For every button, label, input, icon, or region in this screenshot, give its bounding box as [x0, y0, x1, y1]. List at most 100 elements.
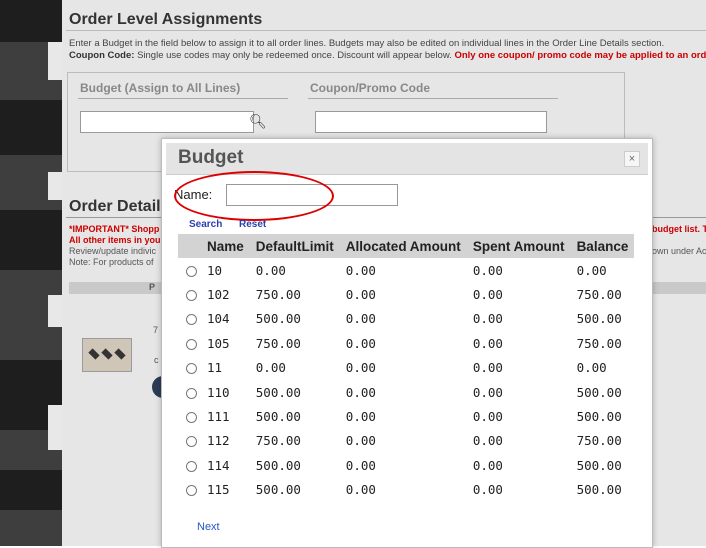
table-cell: 500.00 — [576, 384, 622, 400]
modal-title: Budget — [178, 147, 244, 168]
coupon-header: Coupon/Promo Code — [310, 81, 430, 95]
product-number: 7 — [153, 325, 159, 335]
table-cell: 114 — [207, 457, 230, 473]
table-cell: 750.00 — [255, 287, 301, 303]
product-thumbnail[interactable] — [82, 338, 132, 372]
radio-button[interactable] — [186, 338, 197, 350]
table-cell: 0.00 — [472, 335, 503, 351]
coupon-code-input[interactable] — [315, 111, 547, 133]
table-cell: 0.00 — [472, 457, 503, 473]
table-cell: 500.00 — [255, 311, 301, 327]
row-select-radio[interactable] — [178, 282, 201, 306]
order-level-description: Enter a Budget in the field below to ass… — [69, 38, 706, 62]
table-cell: 750.00 — [255, 335, 301, 351]
table-cell: 0.00 — [345, 360, 376, 376]
close-icon[interactable]: × — [624, 151, 640, 167]
radio-button[interactable] — [186, 290, 197, 302]
column-header-spent-amount: Spent Amount — [466, 234, 571, 258]
table-cell: 500.00 — [255, 384, 301, 400]
budget-modal: Budget × Name: Search Reset Name Default… — [161, 138, 653, 548]
table-cell: 0.00 — [472, 384, 503, 400]
budget-list-note: budget list. T — [652, 224, 706, 234]
table-cell: 0.00 — [345, 409, 376, 425]
table-row[interactable]: 112 750.00 0.00 0.00 750.00 — [178, 429, 634, 453]
table-row[interactable]: 105 750.00 0.00 0.00 750.00 — [178, 331, 634, 355]
table-cell: 0.00 — [472, 287, 503, 303]
table-cell: 0.00 — [345, 335, 376, 351]
left-decorative-strip — [0, 0, 62, 546]
table-cell: 104 — [207, 311, 230, 327]
budget-table: Name DefaultLimit Allocated Amount Spent… — [178, 234, 635, 502]
radio-button[interactable] — [186, 436, 197, 448]
table-cell: 102 — [207, 287, 230, 303]
budget-table-body: 10 0.00 0.00 0.00 0.00 102 750.00 0.00 0.00 750.0… — [178, 258, 634, 502]
table-cell: 0.00 — [255, 360, 286, 376]
table-cell: 750.00 — [576, 287, 622, 303]
table-row[interactable]: 102 750.00 0.00 0.00 750.00 — [178, 282, 634, 306]
table-cell: 11 — [207, 360, 223, 376]
next-page-link[interactable]: Next — [197, 521, 220, 533]
order-level-title: Order Level Assignments — [69, 11, 263, 28]
table-row[interactable]: 110 500.00 0.00 0.00 500.00 — [178, 380, 634, 404]
table-cell: 500.00 — [255, 457, 301, 473]
coupon-code-label: Coupon Code: — [69, 50, 135, 61]
radio-button[interactable] — [186, 485, 197, 497]
table-cell: 500.00 — [576, 457, 622, 473]
table-row[interactable]: 10 0.00 0.00 0.00 0.00 — [178, 258, 634, 282]
row-select-radio[interactable] — [178, 380, 201, 404]
reset-link[interactable]: Reset — [239, 219, 266, 230]
table-row[interactable]: 11 0.00 0.00 0.00 0.00 — [178, 356, 634, 380]
table-cell: 0.00 — [576, 262, 607, 278]
table-cell: 0.00 — [345, 433, 376, 449]
search-icon[interactable]: 🔍︎ — [249, 113, 267, 130]
row-select-radio[interactable] — [178, 258, 201, 282]
review-note: Review/update indivic — [69, 246, 157, 256]
row-select-radio[interactable] — [178, 453, 201, 477]
table-cell: 500.00 — [576, 311, 622, 327]
name-label: Name: — [174, 187, 213, 202]
table-cell: 0.00 — [345, 262, 376, 278]
select-column-header — [178, 234, 201, 258]
table-cell: 500.00 — [576, 409, 622, 425]
radio-button[interactable] — [186, 460, 197, 472]
radio-button[interactable] — [186, 314, 197, 326]
table-cell: 105 — [207, 335, 230, 351]
row-select-radio[interactable] — [178, 356, 201, 380]
budget-assign-input[interactable] — [80, 111, 254, 133]
table-row[interactable]: 104 500.00 0.00 0.00 500.00 — [178, 307, 634, 331]
table-cell: 111 — [207, 409, 230, 425]
table-cell: 0.00 — [472, 482, 503, 498]
name-search-input[interactable] — [226, 184, 398, 206]
column-header-balance: Balance — [570, 234, 635, 258]
table-cell: 500.00 — [576, 482, 622, 498]
table-cell: 0.00 — [345, 287, 376, 303]
table-cell: 110 — [207, 384, 230, 400]
table-cell: 750.00 — [576, 433, 622, 449]
table-row[interactable]: 115 500.00 0.00 0.00 500.00 — [178, 478, 634, 502]
row-select-radio[interactable] — [178, 404, 201, 428]
column-header-name: Name — [201, 234, 250, 258]
column-header-allocated-amount: Allocated Amount — [339, 234, 467, 258]
radio-button[interactable] — [186, 412, 197, 424]
table-cell: 0.00 — [255, 262, 286, 278]
table-row[interactable]: 111 500.00 0.00 0.00 500.00 — [178, 404, 634, 428]
radio-button[interactable] — [186, 265, 197, 277]
column-header-default-limit: DefaultLimit — [249, 234, 340, 258]
table-cell: 0.00 — [576, 360, 607, 376]
shown-under-note: own under Ac — [652, 246, 706, 256]
row-select-radio[interactable] — [178, 429, 201, 453]
table-row[interactable]: 114 500.00 0.00 0.00 500.00 — [178, 453, 634, 477]
table-cell: 0.00 — [472, 311, 503, 327]
table-cell: 0.00 — [345, 457, 376, 473]
coupon-header-rule — [308, 98, 558, 99]
row-select-radio[interactable] — [178, 307, 201, 331]
radio-button[interactable] — [186, 387, 197, 399]
row-select-radio[interactable] — [178, 331, 201, 355]
products-note: Note: For products of — [69, 257, 154, 267]
search-link[interactable]: Search — [189, 219, 222, 230]
table-cell: 750.00 — [576, 335, 622, 351]
budget-header-rule — [78, 98, 288, 99]
row-select-radio[interactable] — [178, 478, 201, 502]
coupon-code-text: Single use codes may only be redeemed on… — [134, 50, 455, 61]
radio-button[interactable] — [186, 363, 197, 375]
